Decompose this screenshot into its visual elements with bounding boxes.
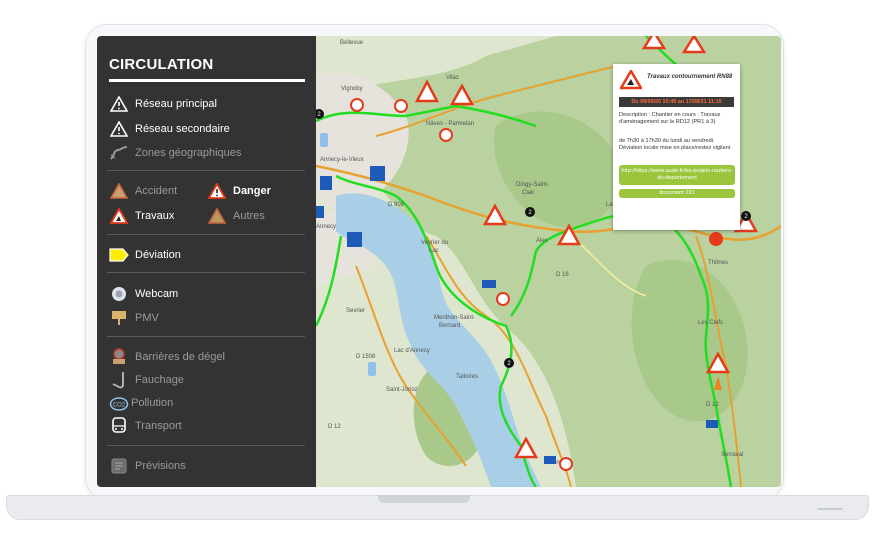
svg-text:Vilaz: Vilaz bbox=[446, 75, 459, 81]
sidebar-item-label: Réseau principal bbox=[135, 98, 217, 110]
svg-text:Lac: Lac bbox=[429, 248, 439, 254]
sidebar-item-label: Webcam bbox=[135, 288, 179, 300]
co2-icon: CO2 bbox=[109, 394, 129, 412]
sidebar-item-barrieres-degel[interactable]: Barrières de dégel bbox=[109, 348, 225, 366]
svg-text:Dingy-Saint-: Dingy-Saint- bbox=[516, 182, 549, 188]
sidebar-item-label: Zones géographiques bbox=[135, 147, 242, 159]
svg-text:Alex: Alex bbox=[536, 238, 548, 244]
svg-text:Annecy: Annecy bbox=[316, 224, 336, 230]
sidebar-item-label: PMV bbox=[135, 312, 159, 324]
sidebar-item-transport[interactable]: Transport bbox=[109, 417, 182, 435]
sidebar-item-danger[interactable]: Danger bbox=[207, 182, 271, 200]
sidebar-item-autres[interactable]: Autres bbox=[207, 207, 265, 225]
sidebar-item-travaux[interactable]: Travaux bbox=[109, 207, 174, 225]
svg-text:Sevrier: Sevrier bbox=[346, 308, 365, 314]
svg-text:Annecy-le-Vieux: Annecy-le-Vieux bbox=[320, 157, 364, 163]
sidebar-item-deviation[interactable]: Déviation bbox=[109, 246, 181, 264]
svg-text:D 1508: D 1508 bbox=[356, 354, 376, 360]
webcam-icon bbox=[109, 285, 129, 303]
sidebar-divider bbox=[107, 336, 305, 337]
svg-text:D 12: D 12 bbox=[706, 402, 719, 408]
svg-text:Lac d'Annecy: Lac d'Annecy bbox=[394, 348, 430, 354]
sidebar-item-label: Déviation bbox=[135, 249, 181, 261]
sidebar-item-label: Pollution bbox=[131, 397, 174, 409]
sidebar-divider bbox=[107, 234, 305, 235]
svg-text:Serraval: Serraval bbox=[721, 452, 743, 458]
sidebar-item-label: Transport bbox=[135, 420, 182, 432]
screen: Bellevue Vignoby Vilaz Nâves - Parmelan … bbox=[97, 36, 781, 487]
svg-text:D 16: D 16 bbox=[556, 272, 569, 278]
svg-text:Les Clefs: Les Clefs bbox=[698, 320, 723, 326]
sidebar-item-webcam[interactable]: Webcam bbox=[109, 285, 178, 303]
laptop-indicator bbox=[817, 508, 843, 510]
sidebar-item-label: Accident bbox=[135, 185, 178, 197]
sidebar-item-label: Autres bbox=[233, 210, 265, 222]
svg-text:Menthon-Saint-: Menthon-Saint- bbox=[434, 315, 475, 321]
danger-icon bbox=[207, 182, 227, 200]
popup-title: Travaux contournement RN88 bbox=[647, 74, 733, 80]
svg-text:Clair: Clair bbox=[522, 190, 534, 196]
popup-hours: de 7h30 à 17h30 du lundi au vendredi. Dé… bbox=[619, 138, 731, 151]
svg-text:CO2: CO2 bbox=[113, 403, 126, 409]
sidebar-item-previsions[interactable]: Prévisions bbox=[109, 457, 186, 475]
sidebar-item-label: Danger bbox=[233, 185, 271, 197]
laptop-notch bbox=[378, 495, 470, 503]
svg-text:Thônes: Thônes bbox=[708, 260, 728, 266]
popup-link-button[interactable]: http://https://www.aude.fr/les-projets-r… bbox=[619, 165, 735, 185]
sidebar-divider bbox=[107, 170, 305, 171]
sidebar-item-fauchage[interactable]: Fauchage bbox=[109, 371, 184, 389]
svg-text:D 909: D 909 bbox=[388, 202, 405, 208]
mowing-icon bbox=[109, 371, 129, 389]
other-warning-icon bbox=[207, 207, 227, 225]
svg-text:Saint-Jorioz: Saint-Jorioz bbox=[386, 387, 418, 393]
title-underline bbox=[109, 79, 305, 82]
svg-text:Nâves - Parmelan: Nâves - Parmelan bbox=[426, 121, 474, 127]
sidebar-item-reseau-secondaire[interactable]: Réseau secondaire bbox=[109, 120, 230, 138]
sidebar-divider bbox=[107, 445, 305, 446]
popup-date: Du 08/09/20 10:45 au 17/08/21 11:15 bbox=[619, 97, 734, 107]
incident-popup: Travaux contournement RN88 Du 08/09/20 1… bbox=[613, 64, 740, 230]
sidebar-title: CIRCULATION bbox=[109, 56, 214, 73]
pmv-sign-icon bbox=[109, 309, 129, 327]
sidebar-item-label: Réseau secondaire bbox=[135, 123, 230, 135]
sidebar-item-reseau-principal[interactable]: Réseau principal bbox=[109, 95, 217, 113]
svg-text:Vignoby: Vignoby bbox=[341, 86, 363, 92]
accident-icon bbox=[109, 182, 129, 200]
roadworks-icon bbox=[109, 207, 129, 225]
sidebar-item-label: Prévisions bbox=[135, 460, 186, 472]
thaw-barrier-icon bbox=[109, 348, 129, 366]
svg-text:D 12: D 12 bbox=[328, 424, 341, 430]
svg-text:Veyrier du: Veyrier du bbox=[421, 240, 448, 246]
svg-text:Bellevue: Bellevue bbox=[340, 40, 364, 46]
bus-icon bbox=[109, 417, 129, 435]
svg-text:Bernard: Bernard bbox=[439, 323, 460, 329]
sidebar-item-pmv[interactable]: PMV bbox=[109, 309, 159, 327]
sidebar-item-label: Barrières de dégel bbox=[135, 351, 225, 363]
svg-text:Talloires: Talloires bbox=[456, 374, 478, 380]
roadworks-icon bbox=[620, 70, 642, 90]
popup-document-button[interactable]: document 191 bbox=[619, 189, 735, 198]
layer-sidebar: CIRCULATION Réseau principal Réseau seco… bbox=[97, 36, 316, 487]
sidebar-item-label: Fauchage bbox=[135, 374, 184, 386]
forecast-icon bbox=[109, 457, 129, 475]
road-zone-icon bbox=[109, 144, 129, 162]
sidebar-item-pollution[interactable]: CO2 Pollution bbox=[109, 394, 173, 412]
warning-outline-icon bbox=[109, 95, 129, 113]
sidebar-item-label: Travaux bbox=[135, 210, 175, 222]
deviation-icon bbox=[109, 246, 129, 264]
sidebar-item-accident[interactable]: Accident bbox=[109, 182, 177, 200]
sidebar-item-zones-geographiques[interactable]: Zones géographiques bbox=[109, 144, 241, 162]
sidebar-divider bbox=[107, 272, 305, 273]
popup-description: Description : Chantier en cours : Travau… bbox=[619, 112, 721, 125]
warning-outline-icon bbox=[109, 120, 129, 138]
